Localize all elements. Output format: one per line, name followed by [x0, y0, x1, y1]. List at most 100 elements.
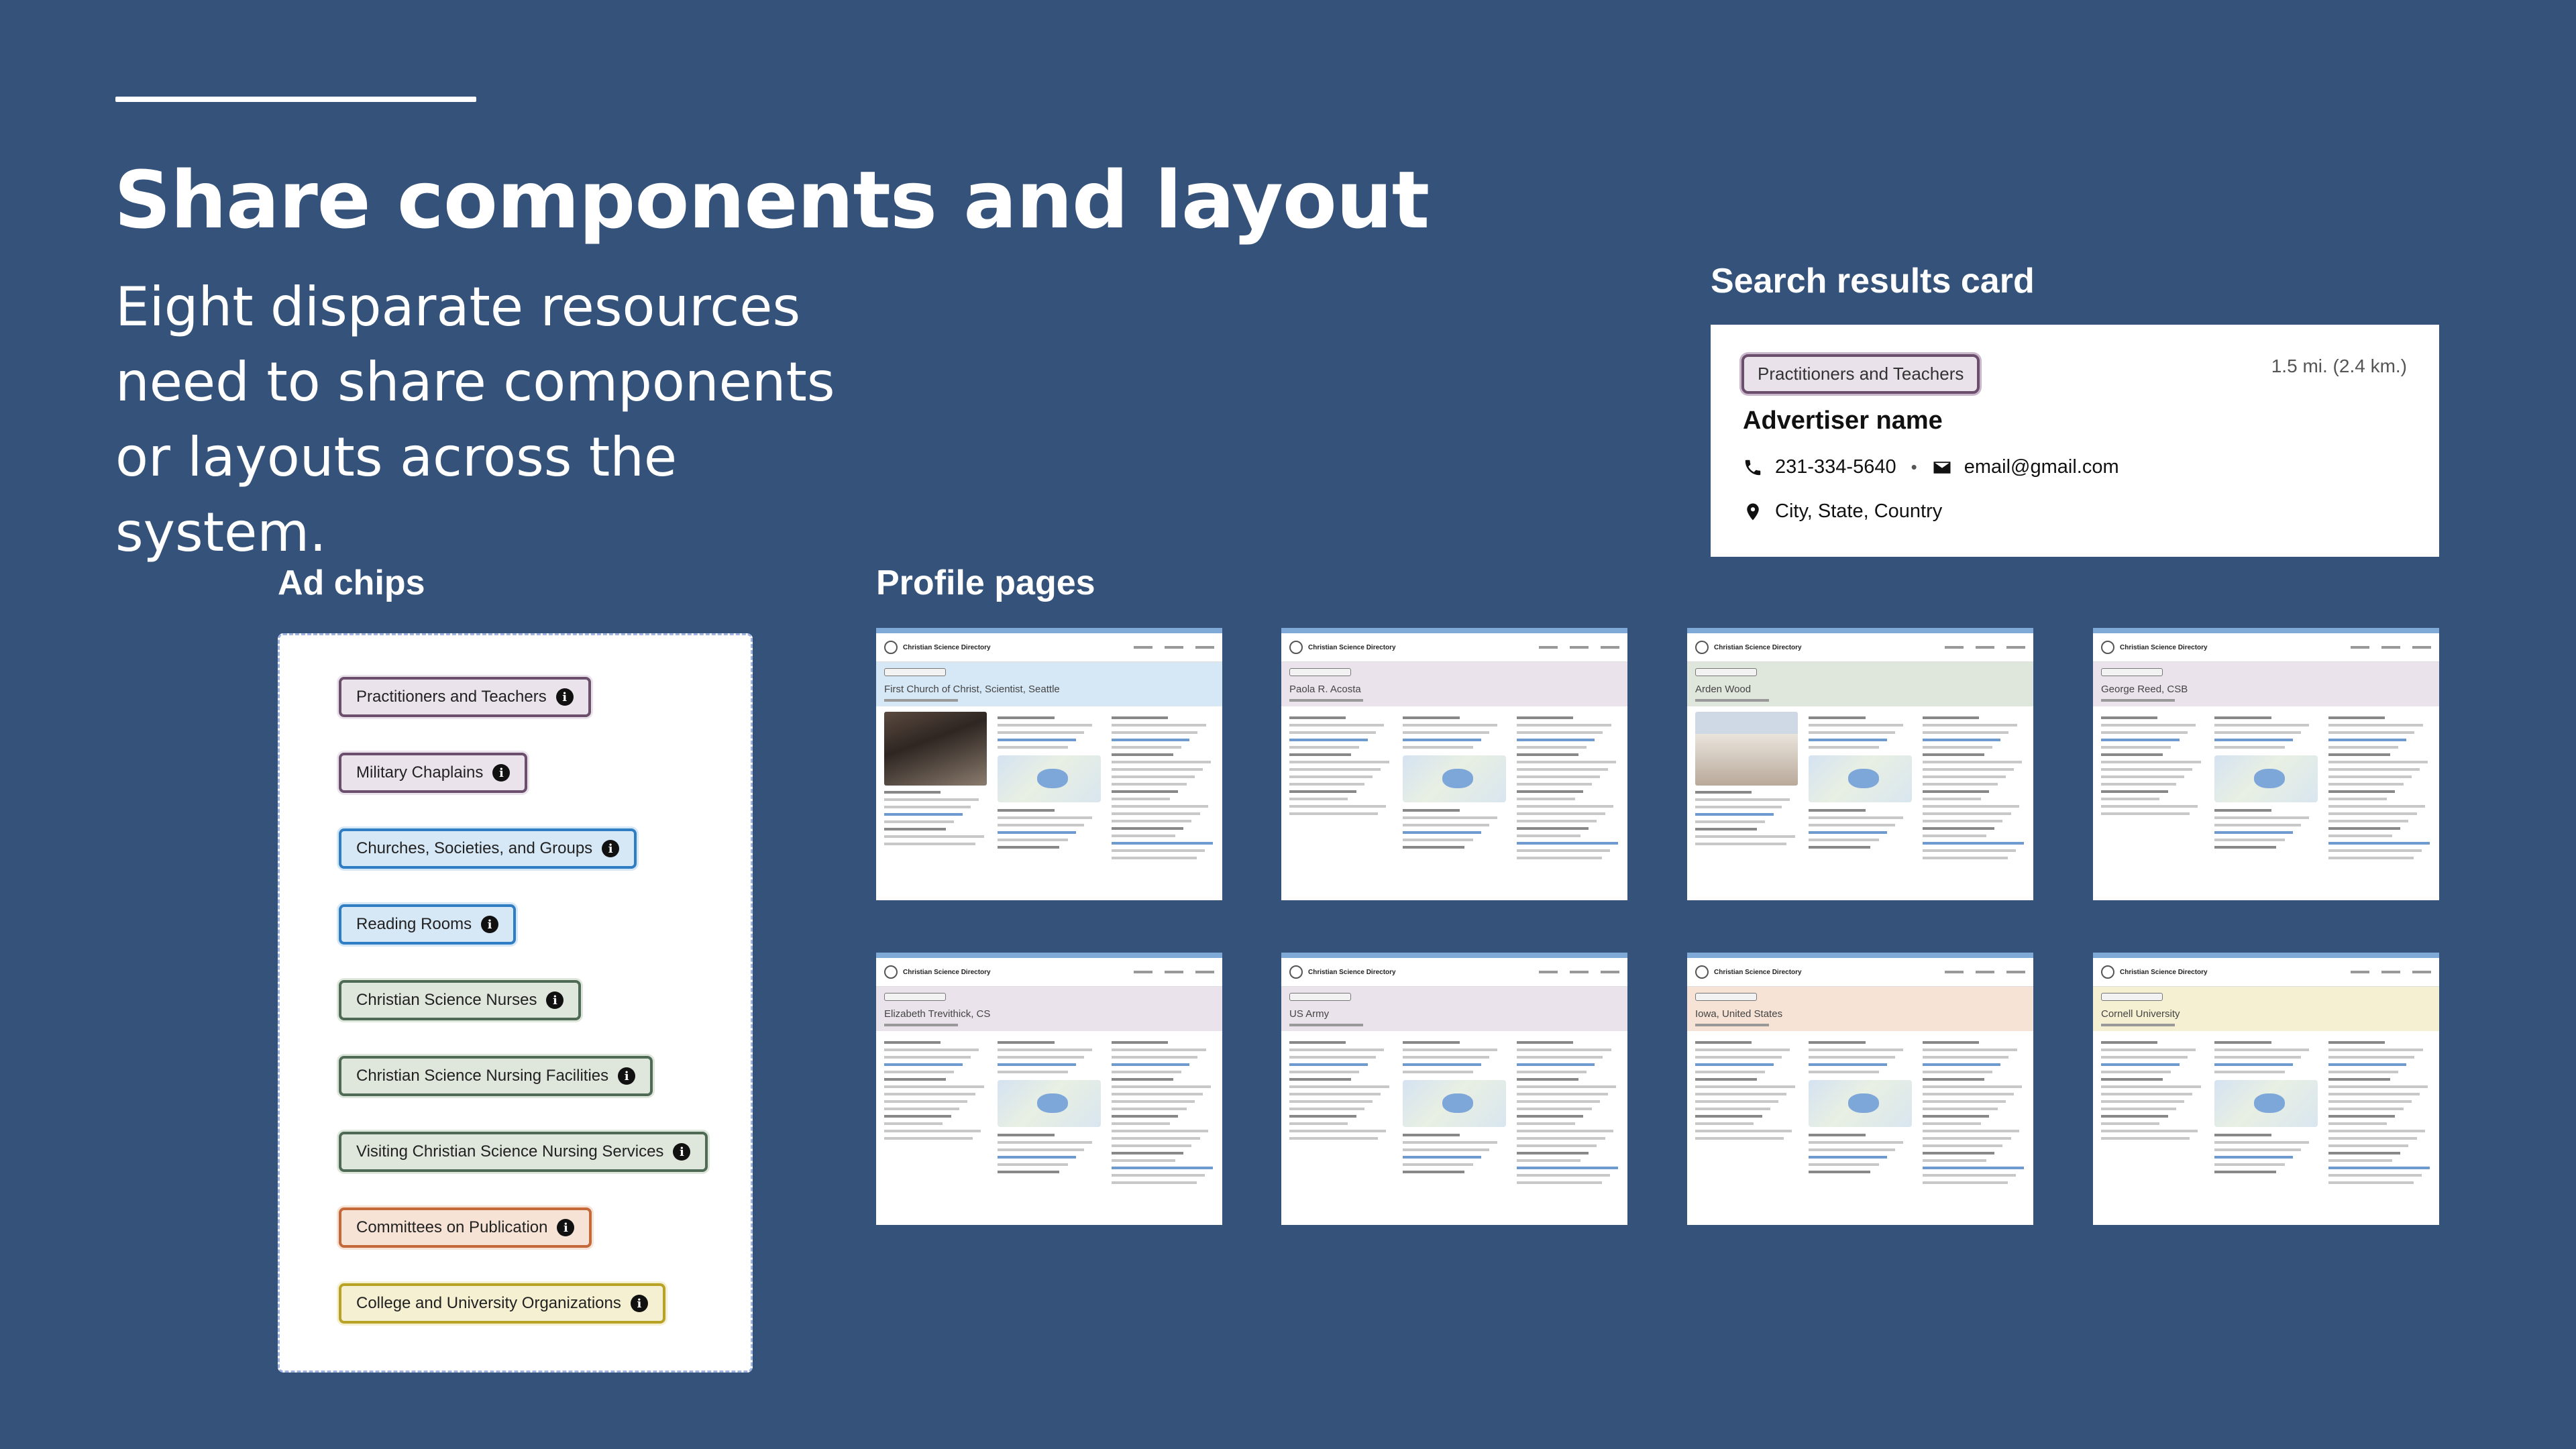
thumb-category-chip: [2101, 993, 2163, 1001]
thumb-profile-name: Paola R. Acosta: [1289, 684, 1361, 695]
thumb-nav: Christian Science Directory: [876, 958, 1222, 987]
thumb-hero: US Army: [1281, 987, 1627, 1031]
thumb-top-bar: [876, 953, 1222, 958]
profile-page-thumbnail[interactable]: Christian Science Directory Iowa, United …: [1687, 953, 2033, 1225]
ad-chip[interactable]: College and University Organizations i: [339, 1283, 665, 1324]
info-icon[interactable]: i: [673, 1143, 691, 1161]
thumb-profile-name: George Reed, CSB: [2101, 684, 2188, 695]
thumb-brand: Christian Science Directory: [1714, 643, 1802, 651]
profile-page-thumbnail[interactable]: Christian Science Directory George Reed, …: [2093, 628, 2439, 900]
thumb-location-line: [2101, 1024, 2175, 1026]
thumb-profile-name: Cornell University: [2101, 1008, 2180, 1020]
logo-icon: [2101, 641, 2114, 654]
ad-chip-label: College and University Organizations: [356, 1294, 621, 1312]
thumb-profile-name: US Army: [1289, 1008, 1330, 1020]
advertiser-name[interactable]: Advertiser name: [1743, 407, 1943, 435]
thumb-category-chip: [884, 993, 946, 1001]
thumb-body: [876, 1031, 1222, 1194]
ad-chip-label: Reading Rooms: [356, 915, 472, 933]
thumb-category-chip: [1695, 993, 1757, 1001]
thumb-nav-links: [1945, 971, 2025, 973]
info-icon[interactable]: i: [557, 1219, 575, 1236]
ad-chip-label: Military Chaplains: [356, 763, 484, 782]
ad-chip-label: Visiting Christian Science Nursing Servi…: [356, 1142, 664, 1161]
map-preview: [998, 1080, 1101, 1127]
thumb-profile-name: First Church of Christ, Scientist, Seatt…: [884, 684, 1060, 695]
thumb-brand: Christian Science Directory: [2120, 643, 2208, 651]
info-icon[interactable]: i: [555, 688, 574, 706]
thumb-category-chip: [1289, 668, 1351, 676]
info-icon[interactable]: i: [630, 1295, 648, 1312]
ad-chip[interactable]: Christian Science Nurses i: [339, 980, 582, 1020]
logo-icon: [884, 965, 898, 979]
logo-icon: [884, 641, 898, 654]
profile-page-thumbnail[interactable]: Christian Science Directory Elizabeth Tre…: [876, 953, 1222, 1225]
thumb-top-bar: [1281, 953, 1627, 958]
thumb-brand: Christian Science Directory: [1308, 968, 1396, 976]
category-chip[interactable]: Practitioners and Teachers: [1741, 354, 1980, 394]
distance-label: 1.5 mi. (2.4 km.): [2271, 356, 2407, 376]
ad-chip-label: Churches, Societies, and Groups: [356, 839, 593, 857]
thumb-brand: Christian Science Directory: [903, 968, 991, 976]
map-preview: [1809, 1080, 1912, 1127]
thumb-nav-links: [1134, 971, 1214, 973]
ad-chip-label: Christian Science Nursing Facilities: [356, 1067, 609, 1085]
thumb-brand: Christian Science Directory: [1308, 643, 1396, 651]
thumb-nav: Christian Science Directory: [2093, 958, 2439, 987]
ad-chip[interactable]: Committees on Publication i: [339, 1208, 592, 1248]
location-row: City, State, Country: [1743, 500, 1942, 523]
ad-chips-heading: Ad chips: [278, 564, 425, 602]
ad-chips-panel: Practitioners and Teachers i Military Chap…: [278, 633, 753, 1373]
thumb-nav-links: [2351, 971, 2431, 973]
map-preview: [998, 755, 1101, 802]
thumb-profile-name: Arden Wood: [1695, 684, 1752, 695]
envelope-icon: [1933, 461, 1951, 474]
thumb-nav: Christian Science Directory: [1281, 958, 1627, 987]
thumb-brand: Christian Science Directory: [1714, 968, 1802, 976]
profile-photo: [1695, 712, 1799, 786]
thumb-hero: Cornell University: [2093, 987, 2439, 1031]
thumb-brand: Christian Science Directory: [2120, 968, 2208, 976]
thumb-hero: Elizabeth Trevithick, CS: [876, 987, 1222, 1031]
info-icon[interactable]: i: [546, 991, 564, 1009]
info-icon[interactable]: i: [492, 764, 511, 782]
thumb-hero: Arden Wood: [1687, 662, 2033, 706]
phone-number[interactable]: 231-334-5640: [1775, 456, 1896, 478]
page-title: Share components and layout: [114, 154, 1430, 246]
thumb-nav: Christian Science Directory: [876, 633, 1222, 662]
ad-chip[interactable]: Practitioners and Teachers i: [339, 677, 591, 717]
separator-dot: •: [1911, 457, 1917, 477]
thumb-top-bar: [2093, 953, 2439, 958]
thumb-body: [1687, 1031, 2033, 1194]
thumb-body: [1281, 1031, 1627, 1194]
profile-page-thumbnail[interactable]: Christian Science Directory Cornell Unive…: [2093, 953, 2439, 1225]
map-preview: [2214, 755, 2318, 802]
profile-page-thumbnail[interactable]: Christian Science Directory First Church …: [876, 628, 1222, 900]
info-icon[interactable]: i: [618, 1067, 636, 1085]
ad-chip[interactable]: Churches, Societies, and Groups i: [339, 828, 637, 869]
page-subtitle: Eight disparate resources need to share …: [115, 276, 835, 564]
logo-icon: [1695, 965, 1709, 979]
email-address[interactable]: email@gmail.com: [1964, 456, 2119, 478]
info-icon[interactable]: i: [602, 840, 620, 857]
ad-chip[interactable]: Christian Science Nursing Facilities i: [339, 1056, 653, 1096]
profile-page-thumbnail[interactable]: Christian Science Directory Arden Wood: [1687, 628, 2033, 900]
thumb-body: [2093, 706, 2439, 869]
map-pin-icon: [1747, 503, 1759, 520]
thumb-hero: George Reed, CSB: [2093, 662, 2439, 706]
logo-icon: [1695, 641, 1709, 654]
ad-chip[interactable]: Military Chaplains i: [339, 753, 528, 793]
profile-page-thumbnail[interactable]: Christian Science Directory Paola R. Acos…: [1281, 628, 1627, 900]
info-icon[interactable]: i: [481, 916, 499, 933]
thumb-hero: Iowa, United States: [1687, 987, 2033, 1031]
thumb-location-line: [1695, 699, 1769, 702]
profile-page-thumbnail[interactable]: Christian Science Directory US Army: [1281, 953, 1627, 1225]
search-card-heading: Search results card: [1711, 262, 2035, 301]
search-results-card[interactable]: Practitioners and Teachers 1.5 mi. (2.4 …: [1711, 325, 2439, 557]
thumb-location-line: [2101, 699, 2175, 702]
thumb-profile-name: Elizabeth Trevithick, CS: [884, 1008, 991, 1020]
thumb-top-bar: [1687, 628, 2033, 633]
ad-chip[interactable]: Reading Rooms i: [339, 904, 517, 945]
thumb-profile-name: Iowa, United States: [1695, 1008, 1783, 1020]
ad-chip[interactable]: Visiting Christian Science Nursing Servi…: [339, 1132, 708, 1172]
